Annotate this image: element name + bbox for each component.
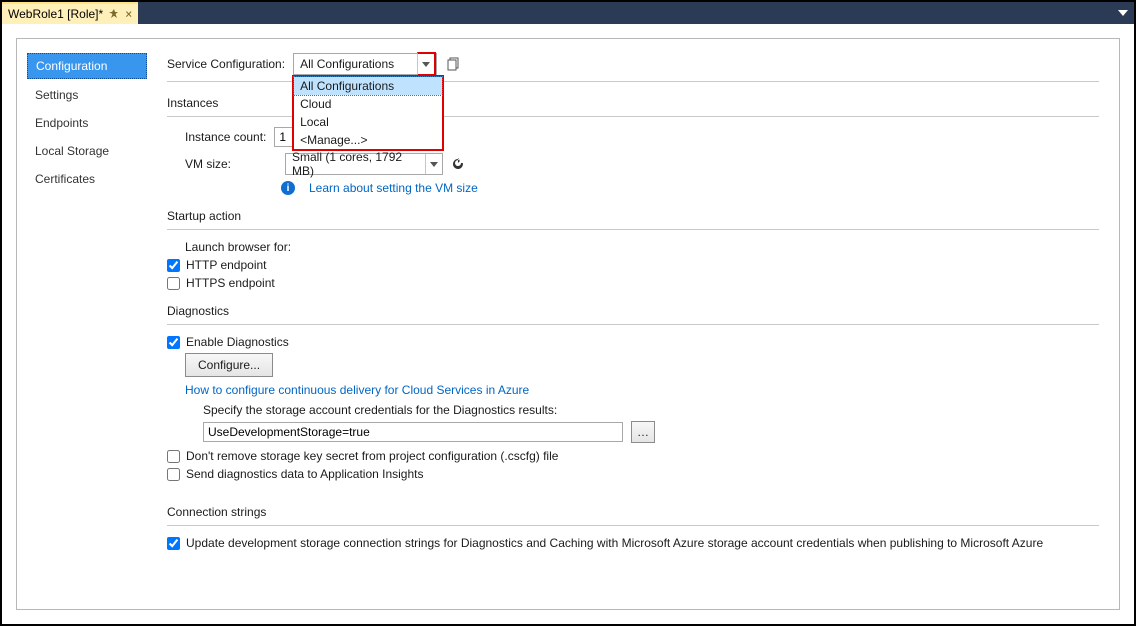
instance-count-label: Instance count: [185,130,266,144]
storage-credentials-row: … [203,421,1099,443]
option-all-configurations[interactable]: All Configurations [294,77,442,95]
update-conn-strings-label: Update development storage connection st… [186,536,1043,550]
storage-credentials-label: Specify the storage account credentials … [203,403,1099,417]
https-endpoint-label: HTTPS endpoint [186,276,275,290]
launch-browser-label: Launch browser for: [185,240,1099,254]
continuous-delivery-link[interactable]: How to configure continuous delivery for… [185,383,1099,397]
dont-remove-key-label: Don't remove storage key secret from pro… [186,449,558,463]
vm-size-value: Small (1 cores, 1792 MB) [286,150,425,178]
document-tab-title: WebRole1 [Role]* [8,7,103,21]
close-tab-icon[interactable]: × [125,7,132,21]
http-endpoint-input[interactable] [167,259,180,272]
pin-icon[interactable] [109,9,119,19]
app-insights-input[interactable] [167,468,180,481]
app-insights-label: Send diagnostics data to Application Ins… [186,467,424,481]
nav-item-endpoints[interactable]: Endpoints [27,111,147,135]
enable-diagnostics-input[interactable] [167,336,180,349]
divider [167,229,1099,230]
vm-size-select[interactable]: Small (1 cores, 1792 MB) [285,153,443,175]
tab-overflow-icon[interactable] [1118,2,1128,24]
vm-size-help-row: i Learn about setting the VM size [281,181,1099,195]
divider [167,324,1099,325]
window-frame: WebRole1 [Role]* × Configuration Setting… [0,0,1136,626]
option-cloud[interactable]: Cloud [294,95,442,113]
vm-size-label: VM size: [185,157,277,171]
editor-surface: Configuration Settings Endpoints Local S… [2,24,1134,624]
service-configuration-label: Service Configuration: [167,57,285,71]
enable-diagnostics-checkbox[interactable]: Enable Diagnostics [167,335,1099,349]
document-tab[interactable]: WebRole1 [Role]* × [2,2,138,24]
update-conn-strings-checkbox[interactable]: Update development storage connection st… [167,536,1099,550]
main-content: Service Configuration: All Configuration… [167,53,1099,554]
service-configuration-popup: All Configurations Cloud Local <Manage..… [292,75,444,151]
dont-remove-key-input[interactable] [167,450,180,463]
browse-storage-button[interactable]: … [631,421,655,443]
config-panel: Configuration Settings Endpoints Local S… [16,38,1120,610]
chevron-down-icon[interactable] [417,52,436,76]
service-configuration-select[interactable]: All Configurations [293,53,437,75]
info-icon: i [281,181,295,195]
nav-item-configuration[interactable]: Configuration [27,53,147,79]
nav-item-local-storage[interactable]: Local Storage [27,139,147,163]
https-endpoint-input[interactable] [167,277,180,290]
vm-size-learn-link[interactable]: Learn about setting the VM size [309,181,478,195]
http-endpoint-checkbox[interactable]: HTTP endpoint [167,258,1099,272]
https-endpoint-checkbox[interactable]: HTTPS endpoint [167,276,1099,290]
chevron-down-icon[interactable] [425,154,442,174]
divider [167,525,1099,526]
connection-strings-heading: Connection strings [167,505,1099,519]
dont-remove-key-checkbox[interactable]: Don't remove storage key secret from pro… [167,449,1099,463]
diagnostics-heading: Diagnostics [167,304,1099,318]
nav-item-certificates[interactable]: Certificates [27,167,147,191]
http-endpoint-label: HTTP endpoint [186,258,267,272]
side-nav: Configuration Settings Endpoints Local S… [27,53,147,195]
nav-item-settings[interactable]: Settings [27,83,147,107]
configure-diagnostics-button[interactable]: Configure... [185,353,273,377]
vm-size-row: VM size: Small (1 cores, 1792 MB) [185,153,1099,175]
storage-credentials-input[interactable] [203,422,623,442]
option-local[interactable]: Local [294,113,442,131]
app-insights-checkbox[interactable]: Send diagnostics data to Application Ins… [167,467,1099,481]
copy-config-icon[interactable] [445,55,463,73]
startup-heading: Startup action [167,209,1099,223]
refresh-icon[interactable] [451,157,465,171]
service-configuration-value: All Configurations [294,57,417,71]
enable-diagnostics-label: Enable Diagnostics [186,335,289,349]
service-configuration-row: Service Configuration: All Configuration… [167,53,1099,75]
option-manage[interactable]: <Manage...> [294,131,442,149]
document-tab-strip: WebRole1 [Role]* × [2,2,1134,25]
update-conn-strings-input[interactable] [167,537,180,550]
